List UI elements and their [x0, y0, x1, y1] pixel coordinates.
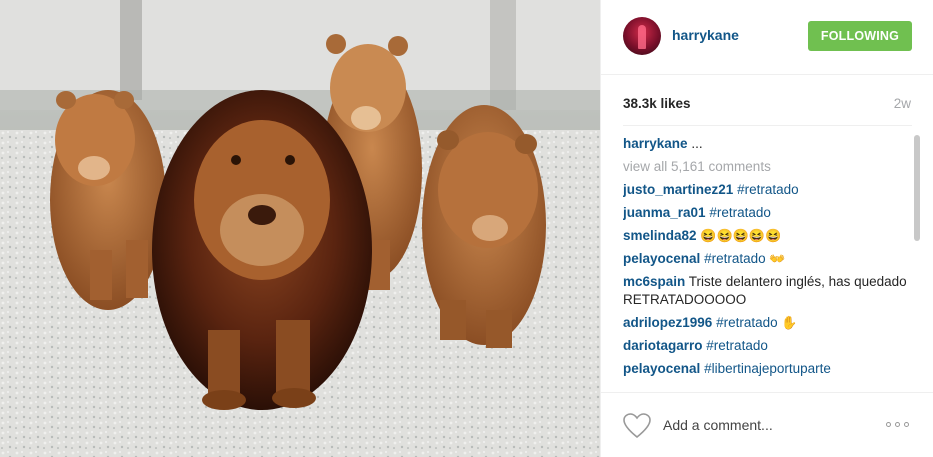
avatar[interactable]	[623, 17, 661, 55]
scrollbar-thumb[interactable]	[914, 135, 920, 241]
comment-item: pelayocenal #retratado 👐	[623, 250, 908, 268]
laughing-emoji-icon: 😆😆😆😆😆	[700, 228, 782, 243]
divider	[623, 125, 912, 126]
lions-photo	[0, 0, 600, 457]
post-footer	[601, 392, 933, 457]
add-comment-input[interactable]	[663, 413, 863, 437]
comment-item: mc6spain Triste delantero inglés, has qu…	[623, 273, 908, 309]
comment-hashtag[interactable]: #retratado	[704, 251, 766, 266]
caption: harrykane ...	[623, 135, 908, 153]
comment-item: dariotagarro #retratado	[623, 337, 908, 355]
dot-icon	[886, 421, 891, 427]
dot-icon	[895, 421, 900, 427]
comment-item: smelinda82 😆😆😆😆😆	[623, 227, 908, 245]
post-time[interactable]: 2w	[894, 96, 911, 111]
comment-username[interactable]: mc6spain	[623, 274, 685, 289]
instagram-post: harrykane FOLLOWING 38.3k likes 2w harry…	[0, 0, 933, 457]
post-sidebar: harrykane FOLLOWING 38.3k likes 2w harry…	[600, 0, 933, 457]
comment-username[interactable]: smelinda82	[623, 228, 697, 243]
raised-hand-emoji-icon: ✋	[781, 315, 798, 330]
more-options-icon[interactable]	[886, 417, 914, 431]
comments-list[interactable]: harrykane ... view all 5,161 comments ju…	[623, 131, 908, 390]
comment-username[interactable]: dariotagarro	[623, 338, 703, 353]
caption-username[interactable]: harrykane	[623, 136, 688, 151]
likes-count[interactable]: 38.3k likes	[623, 96, 691, 111]
comment-hashtag[interactable]: #retratado	[716, 315, 778, 330]
comment-item: justo_martinez21 #retratado	[623, 181, 908, 199]
comment-hashtag[interactable]: #retratado	[706, 338, 768, 353]
header-username[interactable]: harrykane	[672, 27, 739, 43]
dot-icon	[904, 421, 909, 427]
open-hands-emoji-icon: 👐	[769, 251, 786, 266]
comment-hashtag[interactable]: #libertinajeportuparte	[704, 361, 831, 376]
comment-item: pelayocenal #libertinajeportuparte	[623, 360, 908, 378]
comment-username[interactable]: juanma_ra01	[623, 205, 706, 220]
heart-icon[interactable]	[623, 413, 651, 439]
comment-username[interactable]: pelayocenal	[623, 251, 700, 266]
comment-hashtag[interactable]: #retratado	[737, 182, 799, 197]
post-photo[interactable]	[0, 0, 600, 457]
comment-item: adrilopez1996 #retratado ✋	[623, 314, 908, 332]
comment-username[interactable]: adrilopez1996	[623, 315, 712, 330]
comments-scrollbar[interactable]	[914, 131, 920, 390]
comment-username[interactable]: justo_martinez21	[623, 182, 733, 197]
comment-username[interactable]: pelayocenal	[623, 361, 700, 376]
caption-text: ...	[691, 136, 703, 151]
post-header: harrykane FOLLOWING	[601, 0, 933, 75]
comment-item: juanma_ra01 #retratado	[623, 204, 908, 222]
comment-hashtag[interactable]: #retratado	[709, 205, 771, 220]
following-button[interactable]: FOLLOWING	[808, 21, 912, 51]
view-all-comments-link[interactable]: view all 5,161 comments	[623, 158, 908, 176]
